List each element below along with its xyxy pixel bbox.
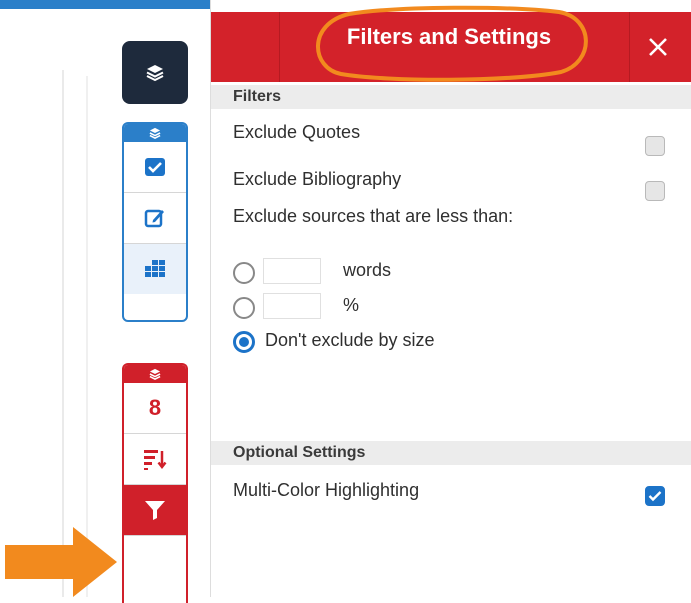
match-count-button[interactable]: 8 xyxy=(124,383,186,433)
originality-toolbar-group: 8 xyxy=(122,363,188,603)
exclude-quotes-label: Exclude Quotes xyxy=(233,122,361,142)
exclude-words-radio[interactable] xyxy=(233,262,255,284)
dont-exclude-radio[interactable] xyxy=(233,331,255,353)
panel-title: Filters and Settings xyxy=(346,24,552,49)
exclude-size-label: Exclude sources that are less than: xyxy=(233,206,514,226)
group-header-red xyxy=(124,365,186,383)
exclude-percent-input[interactable] xyxy=(263,293,321,319)
multi-color-checkbox[interactable] xyxy=(645,486,665,506)
header-divider xyxy=(279,12,280,82)
optional-settings-heading: Optional Settings xyxy=(211,441,691,465)
document-margin-line-2 xyxy=(86,76,88,597)
filter-icon xyxy=(145,501,165,520)
layers-icon xyxy=(146,64,164,81)
layers-icon xyxy=(149,127,161,139)
similarity-toolbar-group xyxy=(122,122,188,322)
header-divider xyxy=(629,12,630,82)
grid-tool-button[interactable] xyxy=(124,243,186,294)
words-suffix: words xyxy=(343,260,392,280)
exclude-words-input[interactable] xyxy=(263,258,321,284)
close-button[interactable] xyxy=(635,24,681,70)
group-header-blue xyxy=(124,124,186,142)
checkbox-tool-button[interactable] xyxy=(124,142,186,192)
top-accent-bar xyxy=(0,0,210,9)
sort-tool-button[interactable] xyxy=(124,433,186,484)
sort-icon xyxy=(144,450,167,470)
exclude-percent-radio[interactable] xyxy=(233,297,255,319)
dont-exclude-label: Don't exclude by size xyxy=(265,330,435,350)
filters-settings-panel: Filters and Settings Filters Exclude Quo… xyxy=(210,0,691,597)
panel-title-wrap: Filters and Settings xyxy=(309,4,589,83)
edit-icon xyxy=(144,209,164,228)
multi-color-label: Multi-Color Highlighting xyxy=(233,480,420,500)
percent-suffix: % xyxy=(343,295,360,315)
exclude-quotes-checkbox[interactable] xyxy=(645,136,665,156)
exclude-bibliography-label: Exclude Bibliography xyxy=(233,169,402,189)
grid-icon xyxy=(145,260,165,277)
annotation-arrow-icon xyxy=(5,527,117,597)
close-icon xyxy=(649,38,667,56)
exclude-bibliography-checkbox[interactable] xyxy=(645,181,665,201)
filters-heading: Filters xyxy=(211,85,691,109)
document-margin-line xyxy=(62,70,64,597)
filter-tool-button[interactable] xyxy=(124,484,186,535)
toolbar-next-cell xyxy=(124,535,186,548)
checkmark-icon xyxy=(648,491,662,502)
checkbox-icon xyxy=(145,158,165,176)
match-count: 8 xyxy=(148,395,162,420)
layers-icon xyxy=(149,368,161,380)
layers-toolbar-button[interactable] xyxy=(122,41,188,104)
edit-tool-button[interactable] xyxy=(124,192,186,243)
